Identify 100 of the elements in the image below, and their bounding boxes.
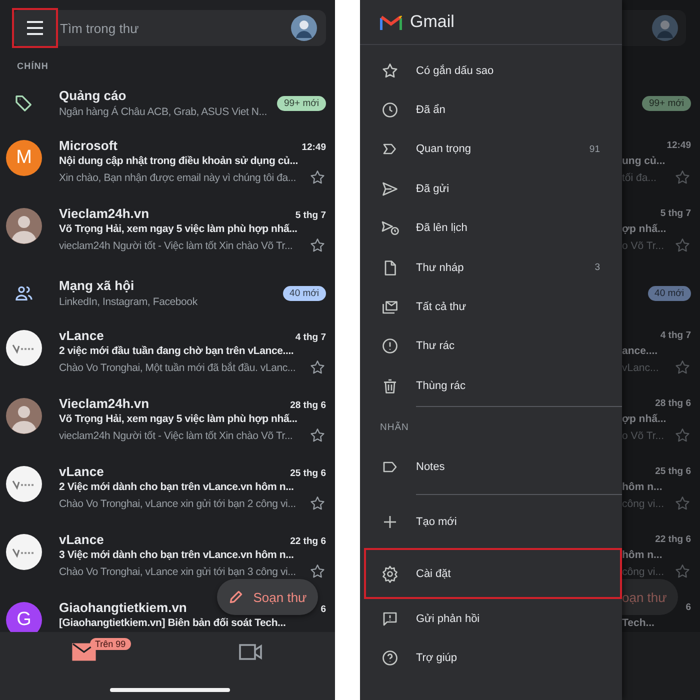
email-subject: ợp nhấ...: [622, 222, 668, 237]
drawer-item[interactable]: Tạo mới: [360, 502, 622, 542]
drawer-item[interactable]: Có gắn dấu sao: [360, 51, 622, 90]
email-snippet: o Võ Tr...: [622, 428, 664, 444]
email-subject: 2 Việc mới dành cho bạn trên vLance.vn hôm n...: [59, 480, 295, 495]
email-time: 6: [686, 601, 691, 615]
drawer-item[interactable]: Đã gửi: [360, 169, 622, 209]
gmail-logo-icon: [380, 14, 402, 30]
video-icon: [239, 643, 264, 661]
email-snippet: vieclam24h Người tốt - Việc làm tốt Xin chào Võ Tr...: [59, 238, 293, 254]
email-time: 22 thg 6: [290, 536, 326, 547]
sender-avatar: G: [6, 602, 42, 632]
email-time: 5 thg 7: [295, 210, 326, 221]
star-icon: [674, 563, 691, 580]
star-icon[interactable]: [309, 563, 326, 580]
search-input[interactable]: Tìm trong thư: [58, 16, 291, 40]
menu-button[interactable]: [12, 8, 58, 48]
email-snippet: vLanc...: [622, 360, 659, 376]
email-time: 28 thg 6: [290, 400, 326, 411]
new-count-badge: 99+ mới: [276, 96, 326, 110]
email-subject: ung củ...: [622, 154, 666, 169]
drawer-item[interactable]: Quan trọng 91: [360, 130, 622, 170]
mail-tab[interactable]: [72, 643, 96, 661]
menu-icon: [26, 21, 44, 35]
video-tab[interactable]: [239, 643, 264, 661]
trash-icon: [381, 376, 399, 395]
tag-icon: [14, 93, 34, 113]
help-icon: [381, 649, 399, 668]
sender-name: Microsoft: [59, 137, 118, 154]
star-icon: [674, 237, 691, 254]
section-label: CHÍNH: [16, 60, 50, 73]
email-subject: 2 việc mới đầu tuần đang chờ bạn trên vLance....: [59, 344, 295, 359]
star-icon: [674, 495, 691, 512]
category-title: Mạng xã hội: [59, 276, 136, 294]
star-icon[interactable]: [309, 237, 326, 254]
star-icon: [674, 169, 691, 186]
profile-avatar[interactable]: [291, 15, 317, 41]
person-avatar: [6, 208, 42, 244]
drawer-item[interactable]: Thư nháp 3: [360, 248, 622, 288]
star-icon[interactable]: [309, 427, 326, 444]
email-snippet: tối đa...: [622, 170, 656, 186]
drawer-item[interactable]: Thư rác: [360, 326, 622, 366]
star-icon: [674, 427, 691, 444]
app-title: Gmail: [410, 12, 454, 32]
all-mail-icon: [381, 298, 399, 316]
email-time: 12:49: [666, 139, 691, 153]
email-snippet: Chào Vo Tronghai, Một tuần mới đã bắt đầu. vLanc...: [59, 360, 296, 376]
logo-avatar: [6, 330, 42, 366]
email-subject: Võ Trọng Hải, xem ngay 5 việc làm phù hợp nhấ...: [59, 412, 298, 427]
star-icon: [674, 359, 691, 376]
email-time: 12:49: [302, 142, 326, 153]
star-icon[interactable]: [309, 495, 326, 512]
spam-icon: [381, 337, 399, 356]
drawer-item[interactable]: Cài đặt: [364, 548, 622, 600]
star-icon[interactable]: [309, 359, 326, 376]
email-subject: hôm n...: [622, 480, 664, 495]
email-subject: ợp nhấ...: [622, 412, 668, 427]
sender-name: vLance: [59, 531, 104, 548]
person-avatar: [6, 398, 42, 434]
settings-icon: [381, 564, 399, 583]
star-icon[interactable]: [309, 169, 326, 186]
mail-icon: [72, 643, 96, 661]
category-summary: LinkedIn, Instagram, Facebook: [59, 294, 198, 310]
compose-button[interactable]: Soạn thư: [217, 579, 318, 615]
email-time: 4 thg 7: [295, 332, 326, 343]
drawer-item[interactable]: Đã ẩn: [360, 90, 622, 130]
logo-avatar: [6, 466, 42, 502]
sender-avatar: M: [6, 140, 42, 176]
email-subject: [Giaohangtietkiem.vn] Biên bản đối soát Tech...: [59, 616, 287, 631]
new-count-badge: 40 mới: [282, 286, 326, 300]
drawer-item[interactable]: Tất cả thư: [360, 287, 622, 327]
sender-name: vLance: [59, 327, 104, 344]
email-time: 5 thg 7: [660, 207, 691, 221]
new-count-badge: 99+ mới: [642, 96, 691, 110]
logo-avatar: [6, 534, 42, 570]
category-summary: Ngân hàng Á Châu ACB, Grab, ASUS Viet N...: [59, 104, 268, 120]
email-time: 25 thg 6: [290, 468, 326, 479]
email-time: 25 thg 6: [655, 465, 691, 479]
drawer-item[interactable]: Gửi phản hồi: [360, 599, 622, 639]
email-subject: Võ Trọng Hải, xem ngay 5 việc làm phù hợp nhấ...: [59, 222, 298, 237]
drawer-item[interactable]: Đã lên lịch: [360, 208, 622, 248]
drawer-item[interactable]: Notes: [360, 448, 622, 487]
email-snippet: công vi...: [622, 564, 664, 580]
email-subject: Tech...: [622, 616, 656, 631]
email-time: 22 thg 6: [655, 533, 691, 547]
send-icon: [381, 180, 399, 198]
pencil-icon: [228, 589, 244, 605]
sender-name: Vieclam24h.vn: [59, 395, 150, 412]
search-field[interactable]: Tìm trong thư: [12, 10, 326, 46]
star-icon: [381, 62, 399, 80]
email-subject: ance....: [622, 344, 659, 359]
email-subject: Nội dung cập nhật trong điều khoản sử dụng củ...: [59, 154, 299, 169]
sender-name: Giaohangtietkiem.vn: [59, 599, 187, 616]
drawer-item[interactable]: Thùng rác: [360, 366, 622, 406]
email-time: 28 thg 6: [655, 397, 691, 411]
email-subject: hôm n...: [622, 548, 664, 563]
drawer-item[interactable]: Trợ giúp: [360, 638, 622, 678]
email-snippet: công vi...: [622, 496, 664, 512]
sender-name: Vieclam24h.vn: [59, 205, 150, 222]
category-title: Quảng cáo: [59, 86, 128, 104]
